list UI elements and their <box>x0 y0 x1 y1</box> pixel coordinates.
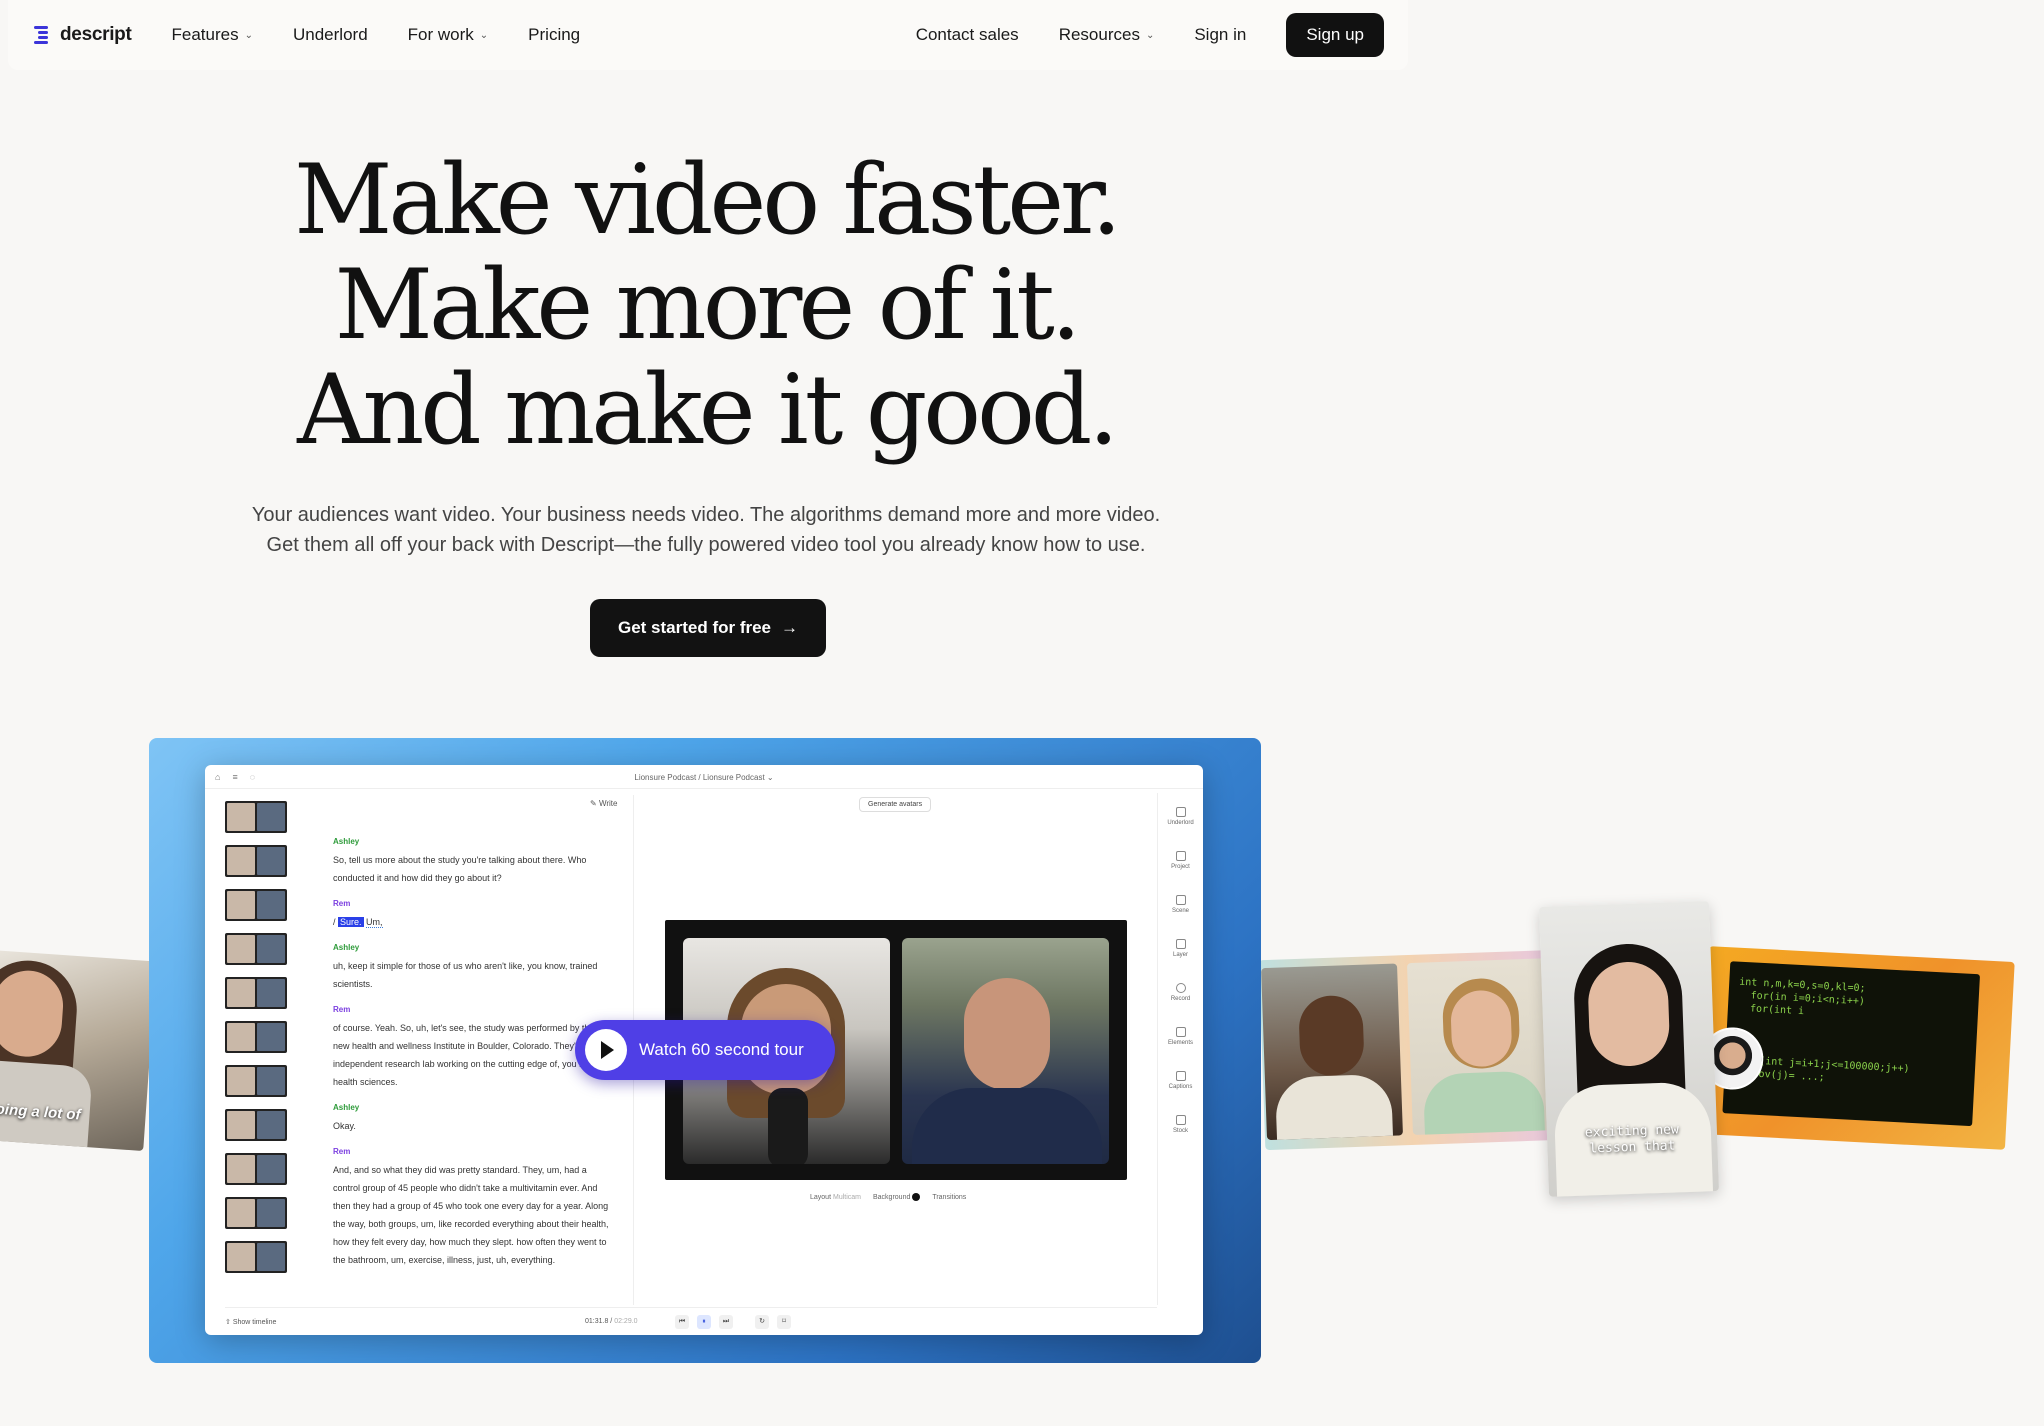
speaker-label: Ashley <box>333 1103 360 1112</box>
speaker-label: Ashley <box>333 837 360 846</box>
speaker-label: Ashley <box>333 943 360 952</box>
transcript-paragraph[interactable]: of course. Yeah. So, uh, let's see, the … <box>333 1019 613 1091</box>
scene-thumb[interactable] <box>225 1021 287 1053</box>
microphone-icon <box>768 1088 808 1164</box>
watch-tour-button[interactable]: Watch 60 second tour <box>575 1020 835 1080</box>
subtitle-line-1: Your audiences want video. Your business… <box>251 504 1161 526</box>
headline-line-3: And make it good. <box>297 354 1119 466</box>
scene-thumb[interactable] <box>225 889 287 921</box>
underlord-icon <box>1175 807 1186 817</box>
bookmark-icon[interactable]: ⌑ <box>777 1314 791 1329</box>
show-timeline-button[interactable]: ⇧ Show timeline <box>225 1318 276 1326</box>
skip-forward-icon[interactable]: ⏭ <box>719 1314 733 1329</box>
scene-icon <box>1175 895 1186 905</box>
generate-avatars-button[interactable]: Generate avatars <box>859 797 932 812</box>
nav-features[interactable]: Features ⌄ <box>172 25 253 45</box>
get-started-button[interactable]: Get started for free → <box>590 599 826 657</box>
pause-icon[interactable]: ⏸ <box>697 1314 711 1329</box>
transitions-option[interactable]: Transitions <box>932 1194 966 1201</box>
side-card-kitchen: oing a lot of <box>0 948 157 1152</box>
scene-thumb[interactable] <box>225 801 287 833</box>
nav-for-work[interactable]: For work ⌄ <box>408 25 489 45</box>
speaker-label: Rem <box>333 899 351 908</box>
nav-underlord[interactable]: Underlord <box>293 25 368 45</box>
transcript[interactable]: Ashley So, tell us more about the study … <box>333 825 613 1269</box>
nav-contact-sales[interactable]: Contact sales <box>916 25 1019 45</box>
transcript-paragraph[interactable]: Okay. <box>333 1117 613 1135</box>
side-card-woman: exciting new lesson that <box>1538 901 1720 1197</box>
caption-text: exciting new lesson that <box>1584 1122 1680 1157</box>
scene-thumb[interactable] <box>225 1109 287 1141</box>
playback-bar: ⇧ Show timeline 01:31.8 / 02:29.0 ⏮ ⏸ ⏭ … <box>225 1307 1157 1335</box>
background-option[interactable]: Background <box>873 1193 921 1201</box>
sign-up-button[interactable]: Sign up <box>1286 13 1384 57</box>
tool-sidebar: Underlord Project Scene Layer Record Ele… <box>1157 793 1203 1305</box>
descript-logo-icon <box>32 24 52 46</box>
headline-line-1: Make video faster. <box>294 144 1122 256</box>
play-icon <box>585 1029 627 1071</box>
transcript-paragraph[interactable]: So, tell us more about the study you're … <box>333 851 613 887</box>
scene-thumb[interactable] <box>225 1197 287 1229</box>
scene-thumb[interactable] <box>225 977 287 1009</box>
tool-record[interactable]: Record <box>1158 983 1203 1013</box>
logo-text: descript <box>60 24 132 45</box>
scene-thumb[interactable] <box>225 845 287 877</box>
write-button[interactable]: ✎ Write <box>590 799 617 808</box>
watch-tour-label: Watch 60 second tour <box>639 1040 804 1059</box>
sign-in-link[interactable]: Sign in <box>1194 25 1246 45</box>
tool-captions[interactable]: Captions <box>1158 1071 1203 1101</box>
logo[interactable]: descript <box>32 24 132 46</box>
transcript-paragraph[interactable]: uh, keep it simple for those of us who a… <box>333 957 613 993</box>
headline-line-2: Make more of it. <box>334 249 1082 361</box>
timecode: 01:31.8 / 02:29.0 <box>585 1318 638 1325</box>
top-nav: descript Features ⌄ Underlord For work ⌄ P… <box>8 0 1408 70</box>
scene-thumb[interactable] <box>225 1065 287 1097</box>
side-card-code: int n,m,k=0,s=0,kl=0; for(in i=0;i<n;i++… <box>1699 946 2015 1150</box>
cta-label: Get started for free <box>617 618 772 637</box>
skip-back-icon[interactable]: ⏮ <box>675 1314 689 1329</box>
chevron-down-icon: ⌄ <box>244 29 253 41</box>
preview-options: Layout Multicam Background Transitions <box>810 1193 966 1201</box>
tool-elements[interactable]: Elements <box>1158 1027 1203 1057</box>
tool-stock[interactable]: Stock <box>1158 1115 1203 1145</box>
chevron-down-icon: ⌄ <box>479 29 489 41</box>
camera-feed <box>902 938 1109 1164</box>
side-card-faces <box>1258 949 1564 1151</box>
scene-thumb[interactable] <box>225 1241 287 1273</box>
arrow-right-icon: → <box>781 618 799 637</box>
elements-icon <box>1175 1027 1186 1037</box>
tool-project[interactable]: Project <box>1158 851 1203 881</box>
chevron-down-icon: ⌄ <box>1145 29 1155 41</box>
nav-pricing[interactable]: Pricing <box>528 25 580 45</box>
layer-icon <box>1175 939 1186 949</box>
speaker-label: Rem <box>333 1147 351 1156</box>
tool-underlord[interactable]: Underlord <box>1158 807 1203 837</box>
transcript-paragraph[interactable]: / Sure. Um, <box>333 913 613 931</box>
folder-icon <box>1175 851 1186 861</box>
subtitle-line-2: Get them all off your back with Descript… <box>266 534 1146 556</box>
scene-thumb[interactable] <box>225 933 287 965</box>
tool-layer[interactable]: Layer <box>1158 939 1203 969</box>
captions-icon <box>1175 1071 1186 1081</box>
layout-option[interactable]: Layout Multicam <box>810 1194 861 1201</box>
hero-headline: Make video faster. Make more of it. And … <box>0 148 1412 463</box>
record-icon <box>1175 983 1186 993</box>
transcript-paragraph[interactable]: And, and so what they did was pretty sta… <box>333 1161 613 1269</box>
nav-resources[interactable]: Resources ⌄ <box>1059 25 1155 45</box>
stock-icon <box>1175 1115 1186 1125</box>
person-thumbnail <box>1406 958 1553 1135</box>
person-thumbnail <box>1261 963 1403 1141</box>
scene-thumb[interactable] <box>225 1153 287 1185</box>
loop-icon[interactable]: ↻ <box>755 1314 769 1329</box>
project-breadcrumb[interactable]: Lionsure Podcast / Lionsure Podcast ⌄ <box>205 773 1203 782</box>
tool-scene[interactable]: Scene <box>1158 895 1203 925</box>
scene-thumbnails <box>225 801 289 1285</box>
hero-subtitle: Your audiences want video. Your business… <box>0 500 1412 560</box>
code-screen: int n,m,k=0,s=0,kl=0; for(in i=0;i<n;i++… <box>1722 961 1981 1127</box>
speaker-label: Rem <box>333 1005 351 1014</box>
